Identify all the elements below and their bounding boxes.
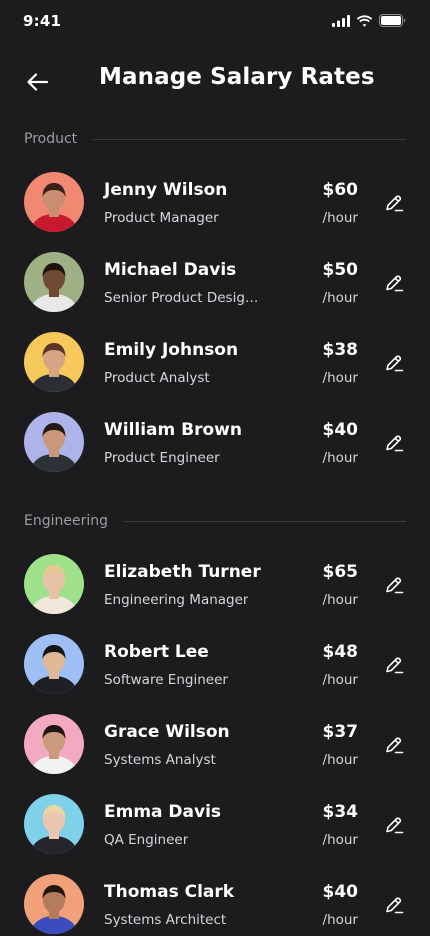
employee-role: QA Engineer <box>104 832 189 848</box>
employee-name: Michael Davis <box>104 260 237 280</box>
avatar <box>24 874 84 934</box>
avatar-portrait <box>24 554 84 614</box>
rate-unit: /hour <box>322 450 358 466</box>
employee-name: William Brown <box>104 420 242 440</box>
rate-unit: /hour <box>322 210 358 226</box>
rate-unit: /hour <box>322 752 358 768</box>
employee-role: Product Manager <box>104 210 219 226</box>
hourly-rate: $65 <box>322 562 359 582</box>
edit-rate-button[interactable] <box>383 432 405 454</box>
hourly-rate: $38 <box>322 340 359 360</box>
avatar-portrait <box>24 412 84 472</box>
edit-rate-button[interactable] <box>383 192 405 214</box>
employee-name: Emma Davis <box>104 802 222 822</box>
employee-row[interactable]: Elizabeth Turner Engineering Manager $65/h… <box>0 552 430 616</box>
employee-name: Grace Wilson <box>104 722 230 742</box>
section-divider <box>93 138 406 140</box>
header: Manage Salary Rates <box>0 60 430 102</box>
employee-name: Jenny Wilson <box>104 180 228 200</box>
pencil-edit-icon <box>386 657 404 674</box>
pencil-edit-icon <box>386 577 404 594</box>
back-button[interactable] <box>24 68 52 96</box>
hourly-rate: $40 <box>322 420 359 440</box>
employee-row[interactable]: William Brown Product Engineer $40/hour <box>0 410 430 474</box>
avatar <box>24 252 84 312</box>
hourly-rate: $48 <box>322 642 359 662</box>
page-title: Manage Salary Rates <box>99 64 375 90</box>
avatar <box>24 554 84 614</box>
pencil-edit-icon <box>386 897 404 914</box>
rate-unit: /hour <box>322 672 358 688</box>
employee-role: Systems Architect <box>104 912 227 928</box>
pencil-edit-icon <box>386 195 404 212</box>
edit-rate-button[interactable] <box>383 654 405 676</box>
rate-unit: /hour <box>322 592 358 608</box>
hourly-rate: $37 <box>322 722 359 742</box>
battery-icon <box>379 14 406 27</box>
section-header: Product <box>24 129 406 149</box>
hourly-rate: $34 <box>322 802 359 822</box>
employee-row[interactable]: Emily Johnson Product Analyst $38/hour <box>0 330 430 394</box>
avatar-portrait <box>24 714 84 774</box>
rate-unit: /hour <box>322 832 358 848</box>
edit-rate-button[interactable] <box>383 894 405 916</box>
rate-unit: /hour <box>322 370 358 386</box>
employee-name: Elizabeth Turner <box>104 562 261 582</box>
employee-row[interactable]: Grace Wilson Systems Analyst $37/hour <box>0 712 430 776</box>
avatar <box>24 412 84 472</box>
pencil-edit-icon <box>386 817 404 834</box>
edit-rate-button[interactable] <box>383 272 405 294</box>
pencil-edit-icon <box>386 737 404 754</box>
section-label: Product <box>24 131 78 147</box>
avatar <box>24 332 84 392</box>
rate-unit: /hour <box>322 290 358 306</box>
rate-unit: /hour <box>322 912 358 928</box>
status-bar: 9:41 <box>0 0 430 44</box>
employee-role: Product Engineer <box>104 450 220 466</box>
employee-row[interactable]: Emma Davis QA Engineer $34/hour <box>0 792 430 856</box>
status-time: 9:41 <box>23 12 62 30</box>
employee-name: Thomas Clark <box>104 882 235 902</box>
employee-name: Robert Lee <box>104 642 209 662</box>
employee-role: Senior Product Design... <box>104 290 264 306</box>
wifi-icon <box>356 14 373 27</box>
signal-icon <box>332 14 350 27</box>
pencil-edit-icon <box>386 435 404 452</box>
employee-role: Software Engineer <box>104 672 228 688</box>
employee-name: Emily Johnson <box>104 340 239 360</box>
hourly-rate: $60 <box>322 180 359 200</box>
hourly-rate: $40 <box>322 882 359 902</box>
arrow-left-icon <box>27 73 49 91</box>
avatar <box>24 172 84 232</box>
employee-row[interactable]: Michael Davis Senior Product Design... $50… <box>0 250 430 314</box>
section-divider <box>124 520 406 522</box>
edit-rate-button[interactable] <box>383 734 405 756</box>
hourly-rate: $50 <box>322 260 359 280</box>
avatar-portrait <box>24 634 84 694</box>
avatar-portrait <box>24 172 84 232</box>
avatar <box>24 714 84 774</box>
avatar-portrait <box>24 794 84 854</box>
pencil-edit-icon <box>386 355 404 372</box>
employee-role: Engineering Manager <box>104 592 249 608</box>
employee-row[interactable]: Jenny Wilson Product Manager $60/hour <box>0 170 430 234</box>
pencil-edit-icon <box>386 275 404 292</box>
avatar <box>24 794 84 854</box>
edit-rate-button[interactable] <box>383 352 405 374</box>
avatar <box>24 634 84 694</box>
employee-role: Product Analyst <box>104 370 210 386</box>
employee-row[interactable]: Robert Lee Software Engineer $48/hour <box>0 632 430 696</box>
edit-rate-button[interactable] <box>383 814 405 836</box>
avatar-portrait <box>24 874 84 934</box>
employee-row[interactable]: Thomas Clark Systems Architect $40/hour <box>0 872 430 936</box>
avatar-portrait <box>24 332 84 392</box>
section-label: Engineering <box>24 513 108 529</box>
section-header: Engineering <box>24 511 406 531</box>
edit-rate-button[interactable] <box>383 574 405 596</box>
avatar-portrait <box>24 252 84 312</box>
status-icons <box>332 14 406 27</box>
employee-role: Systems Analyst <box>104 752 216 768</box>
